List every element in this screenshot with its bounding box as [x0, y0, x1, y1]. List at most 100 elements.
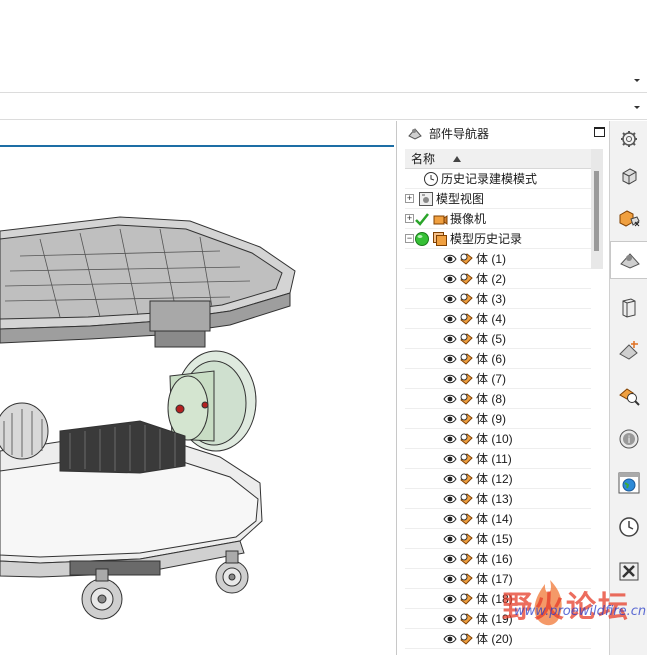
body-label: 体 (1) — [476, 252, 507, 266]
camera-icon — [433, 214, 448, 225]
body-label: 体 (10) — [476, 432, 513, 446]
tree-item-body[interactable]: 体 (1) — [405, 249, 591, 269]
body-icon — [460, 392, 473, 405]
reuse-library-icon — [622, 298, 636, 318]
clock-icon — [424, 171, 438, 186]
tree-item-body[interactable]: 体 (8) — [405, 389, 591, 409]
eye-icon[interactable] — [443, 614, 457, 624]
eye-icon[interactable] — [443, 574, 457, 584]
eye-icon[interactable] — [443, 514, 457, 524]
history-button[interactable] — [613, 511, 645, 543]
eye-icon[interactable] — [443, 474, 457, 484]
eye-icon[interactable] — [443, 494, 457, 504]
eye-icon[interactable] — [443, 454, 457, 464]
part-navigator-tab-icon — [619, 253, 640, 269]
command-bar-dropdown-icon[interactable] — [633, 103, 641, 111]
expand-toggle[interactable]: + — [405, 214, 414, 223]
body-label: 体 (14) — [476, 512, 513, 526]
tree-item-body[interactable]: 体 (13) — [405, 489, 591, 509]
eye-icon[interactable] — [443, 334, 457, 344]
eye-icon[interactable] — [443, 414, 457, 424]
tree-item-body[interactable]: 体 (11) — [405, 449, 591, 469]
web-page-button[interactable] — [613, 467, 645, 499]
body-label: 体 (7) — [476, 372, 507, 386]
eye-icon[interactable] — [443, 254, 457, 264]
body-icon — [460, 472, 473, 485]
eye-icon[interactable] — [443, 354, 457, 364]
body-icon — [460, 492, 473, 505]
web-browser-button[interactable]: i — [613, 423, 645, 455]
body-icon — [460, 372, 473, 385]
body-icon — [460, 352, 473, 365]
visual-report-button[interactable] — [613, 379, 645, 411]
tree-item-model-history[interactable]: − 模型历史记录 — [405, 229, 591, 249]
gear-icon — [621, 131, 637, 147]
eye-icon[interactable] — [443, 374, 457, 384]
body-icon — [460, 332, 473, 345]
info-web-icon: i — [619, 429, 639, 449]
eye-icon[interactable] — [443, 274, 457, 284]
tree-item-body[interactable]: 体 (12) — [405, 469, 591, 489]
tree-item-label: 摄像机 — [450, 212, 487, 226]
tree-item-model-views[interactable]: + 模型视图 — [405, 189, 591, 209]
tree-item-body[interactable]: 体 (15) — [405, 529, 591, 549]
column-header-name[interactable]: 名称 — [405, 149, 603, 169]
eye-icon[interactable] — [443, 554, 457, 564]
eye-icon[interactable] — [443, 314, 457, 324]
body-label: 体 (16) — [476, 552, 513, 566]
top-plate — [0, 216, 296, 348]
body-icon — [460, 532, 473, 545]
body-icon — [460, 272, 473, 285]
eye-icon[interactable] — [443, 294, 457, 304]
reuse-library-button[interactable] — [613, 291, 645, 323]
tree-item-body[interactable]: 体 (10) — [405, 429, 591, 449]
constraint-navigator-button[interactable] — [613, 203, 645, 235]
body-label: 体 (15) — [476, 532, 513, 546]
checkmark-icon — [415, 212, 429, 226]
tree-item-body[interactable]: 体 (14) — [405, 509, 591, 529]
tree-item-body[interactable]: 体 (6) — [405, 349, 591, 369]
tree-item-body[interactable]: 体 (16) — [405, 549, 591, 569]
graphics-window[interactable] — [0, 121, 394, 655]
cad-model[interactable] — [0, 121, 394, 655]
globe-icon — [618, 472, 640, 494]
sort-ascending-icon — [453, 155, 462, 162]
hd3d-tools-button[interactable] — [613, 335, 645, 367]
maximize-icon[interactable] — [594, 127, 605, 137]
tree-item-label: 模型视图 — [436, 192, 485, 206]
body-label: 体 (13) — [476, 492, 513, 506]
body-icon — [460, 312, 473, 325]
eye-icon[interactable] — [443, 394, 457, 404]
eye-icon[interactable] — [443, 594, 457, 604]
eye-icon[interactable] — [443, 634, 457, 644]
settings-button[interactable] — [613, 123, 645, 155]
ribbon-dropdown-icon[interactable] — [633, 76, 641, 84]
tree-item-body[interactable]: 体 (3) — [405, 289, 591, 309]
body-icon — [460, 452, 473, 465]
ribbon-area — [0, 0, 647, 92]
scrollbar-thumb[interactable] — [594, 171, 599, 251]
expand-toggle[interactable]: + — [405, 194, 414, 203]
tree-item-body[interactable]: 体 (7) — [405, 369, 591, 389]
constraint-navigator-icon — [619, 210, 640, 227]
body-label: 体 (12) — [476, 472, 513, 486]
tree-item-body[interactable]: 体 (4) — [405, 309, 591, 329]
eye-icon[interactable] — [443, 434, 457, 444]
navigator-scrollbar[interactable] — [591, 149, 603, 269]
part-navigator-button[interactable] — [610, 241, 647, 279]
tree-item-body[interactable]: 体 (9) — [405, 409, 591, 429]
assembly-navigator-button[interactable] — [613, 161, 645, 193]
forum-watermark: 野火论坛 www.proewildfire.cn — [458, 572, 647, 655]
clock-icon — [619, 517, 639, 537]
tree-item-history-mode[interactable]: 历史记录建模模式 — [405, 169, 591, 189]
body-label: 体 (9) — [476, 412, 507, 426]
body-label: 体 (2) — [476, 272, 507, 286]
body-label: 体 (4) — [476, 312, 507, 326]
tree-item-cameras[interactable]: + 摄像机 — [405, 209, 591, 229]
collapse-toggle[interactable]: − — [405, 234, 414, 243]
tree-item-label: 模型历史记录 — [450, 232, 523, 246]
tree-item-body[interactable]: 体 (2) — [405, 269, 591, 289]
body-icon — [460, 412, 473, 425]
tree-item-body[interactable]: 体 (5) — [405, 329, 591, 349]
eye-icon[interactable] — [443, 534, 457, 544]
